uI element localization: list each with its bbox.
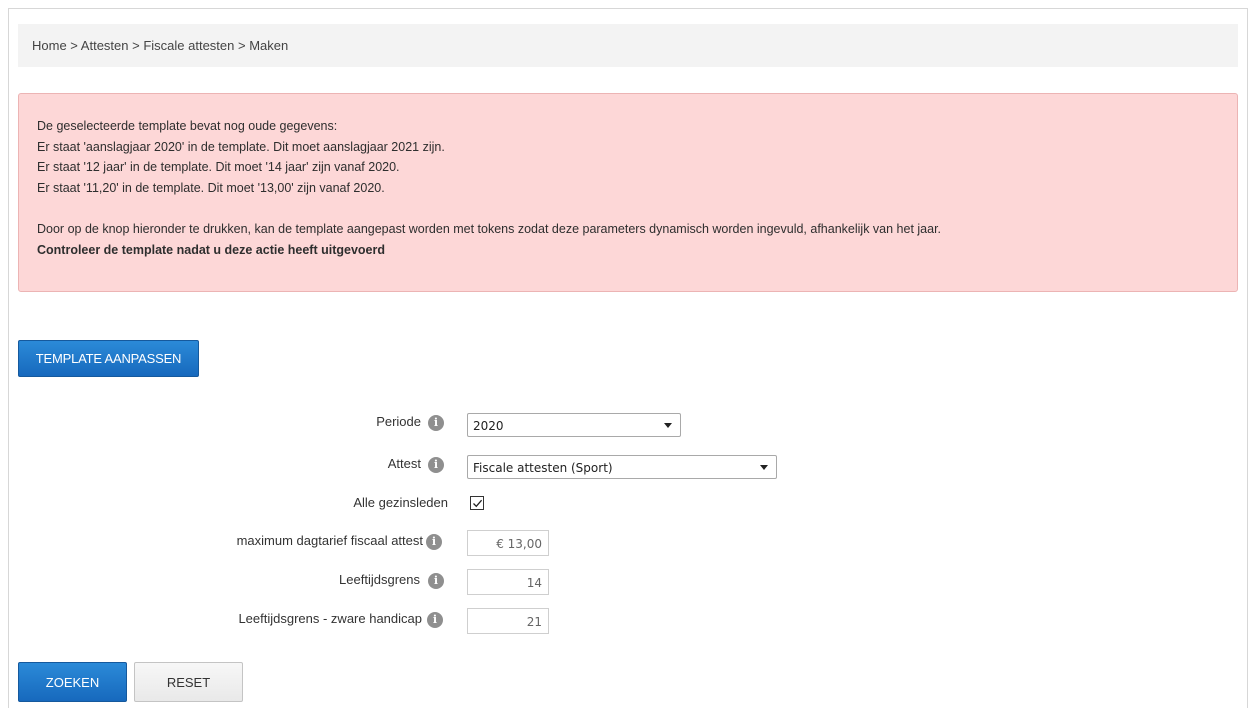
template-aanpassen-button[interactable]: TEMPLATE AANPASSEN	[18, 340, 199, 377]
info-icon[interactable]: i	[428, 457, 444, 473]
info-icon[interactable]: i	[428, 415, 444, 431]
breadcrumb-separator: >	[66, 38, 81, 53]
alert-warning-text: Controleer de template nadat u deze acti…	[37, 242, 385, 257]
periode-label: Periode	[376, 414, 421, 429]
alert-spacer	[37, 198, 1237, 219]
breadcrumb-fiscale-attesten[interactable]: Fiscale attesten	[143, 38, 234, 53]
info-icon[interactable]: i	[427, 612, 443, 628]
alert-line: Er staat '12 jaar' in de template. Dit m…	[37, 160, 400, 174]
attest-selected-value: Fiscale attesten (Sport)	[473, 461, 613, 475]
breadcrumb-current: Maken	[249, 38, 289, 53]
breadcrumb-separator: >	[234, 38, 250, 53]
attest-label: Attest	[387, 456, 421, 471]
alert-line: De geselecteerde template bevat nog oude…	[37, 119, 338, 133]
leeftijdsgrens-row: Leeftijdsgrens i 14	[0, 569, 1258, 599]
alert-info-text: Door op de knop hieronder te drukken, ka…	[37, 222, 942, 236]
caret-down-icon	[664, 423, 672, 428]
periode-selected-value: 2020	[473, 419, 504, 433]
leeftijdsgrens-handicap-label: Leeftijdsgrens - zware handicap	[238, 611, 422, 626]
alle-gezinsleden-label: Alle gezinsleden	[353, 495, 448, 510]
reset-button[interactable]: RESET	[134, 662, 243, 702]
max-dagtarief-label: maximum dagtarief fiscaal attest	[236, 533, 423, 548]
leeftijdsgrens-input[interactable]: 14	[467, 569, 549, 595]
checkmark-icon	[473, 499, 483, 508]
info-icon[interactable]: i	[428, 573, 444, 589]
zoeken-button[interactable]: ZOEKEN	[18, 662, 127, 702]
breadcrumb-home[interactable]: Home	[32, 38, 67, 53]
breadcrumb-attesten[interactable]: Attesten	[81, 38, 129, 53]
leeftijdsgrens-handicap-input[interactable]: 21	[467, 608, 549, 634]
max-dagtarief-input[interactable]: € 13,00	[467, 530, 549, 556]
breadcrumb: Home > Attesten > Fiscale attesten > Mak…	[18, 24, 1238, 67]
alert-line: Er staat '11,20' in de template. Dit moe…	[37, 180, 385, 195]
attest-row: Attest i Fiscale attesten (Sport)	[0, 455, 1258, 485]
warning-alert: De geselecteerde template bevat nog oude…	[18, 93, 1238, 292]
leeftijdsgrens-label: Leeftijdsgrens	[339, 572, 420, 587]
periode-row: Periode i 2020	[0, 413, 1258, 443]
alle-gezinsleden-checkbox[interactable]	[470, 496, 484, 510]
max-dagtarief-row: maximum dagtarief fiscaal attest i € 13,…	[0, 530, 1258, 560]
periode-select[interactable]: 2020	[467, 413, 681, 437]
info-icon[interactable]: i	[426, 534, 442, 550]
caret-down-icon	[760, 465, 768, 470]
breadcrumb-separator: >	[128, 38, 144, 53]
leeftijdsgrens-handicap-row: Leeftijdsgrens - zware handicap i 21	[0, 608, 1258, 638]
alert-line: Er staat 'aanslagjaar 2020' in de templa…	[37, 139, 445, 154]
attest-select[interactable]: Fiscale attesten (Sport)	[467, 455, 777, 479]
alle-gezinsleden-row: Alle gezinsleden	[0, 494, 1258, 524]
